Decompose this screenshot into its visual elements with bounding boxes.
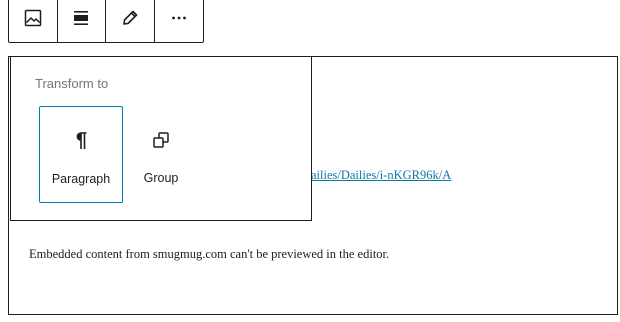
edit-button[interactable] bbox=[106, 0, 155, 42]
embed-preview-note: Embedded content from smugmug.com can't … bbox=[29, 247, 390, 261]
block-type-button[interactable] bbox=[9, 0, 58, 42]
more-options-icon bbox=[169, 8, 189, 33]
align-icon bbox=[71, 8, 91, 33]
embed-url-link[interactable]: ailies/Dailies/i-nKGR96k/A bbox=[311, 168, 451, 183]
pencil-icon bbox=[120, 8, 140, 33]
transform-paragraph-option[interactable]: Paragraph bbox=[39, 106, 123, 203]
transform-popover: Transform to Paragraph Group bbox=[10, 56, 312, 221]
image-icon bbox=[23, 8, 43, 33]
pilcrow-icon bbox=[71, 129, 91, 153]
group-icon bbox=[151, 128, 171, 152]
transform-title: Transform to bbox=[35, 76, 109, 91]
transform-paragraph-label: Paragraph bbox=[51, 172, 111, 186]
align-button[interactable] bbox=[58, 0, 106, 42]
block-toolbar bbox=[8, 0, 204, 43]
transform-group-label: Group bbox=[143, 171, 179, 185]
more-options-button[interactable] bbox=[155, 0, 204, 42]
transform-group-option[interactable]: Group bbox=[119, 106, 203, 203]
